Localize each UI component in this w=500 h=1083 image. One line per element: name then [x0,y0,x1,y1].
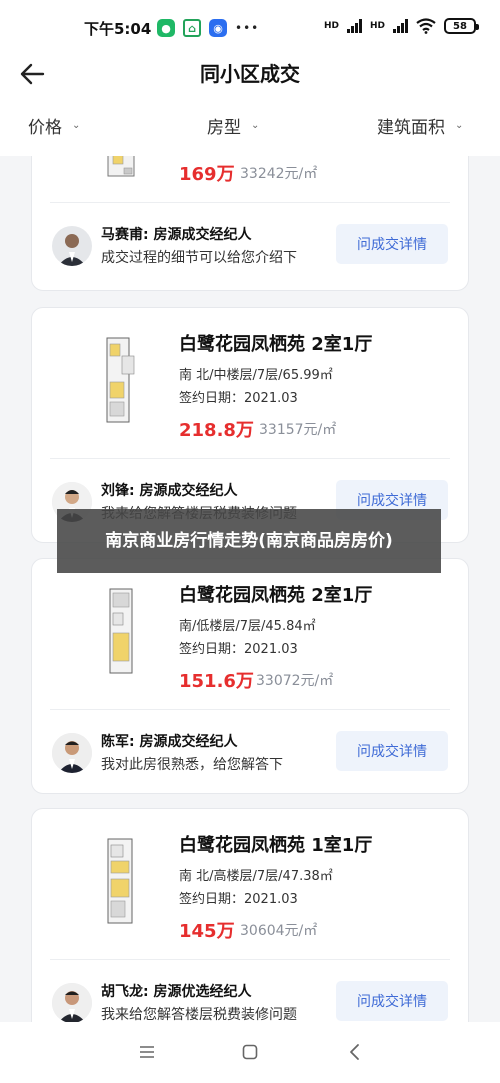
listing-price: 169万 [179,164,235,185]
ask-deal-details-button[interactable]: 问成交详情 [336,981,448,1021]
listing-info: 南 北/高楼层/7层/47.38㎡ [179,869,333,884]
chevron-down-icon: ⌄ [455,120,464,131]
filter-room-type-label: 房型 [207,118,241,138]
agent-name: 马赛甫: 房源成交经纪人 [101,227,252,243]
status-bar: 下午5:04 ● ⌂ ◉ ••• HD HD 58 [0,0,500,56]
avatar[interactable] [52,983,92,1022]
page-title: 同小区成交 [200,62,300,86]
listing-unit-price: 33072元/㎡ [256,673,334,689]
blue-app-icon: ◉ [209,19,227,37]
nav-bar: 同小区成交 [0,56,500,100]
home-square-icon[interactable] [238,1040,262,1064]
signal-icon [346,19,362,33]
signal-1-label: HD [323,21,339,31]
ask-deal-details-button[interactable]: 问成交详情 [336,731,448,771]
floorplan-image[interactable] [104,835,138,927]
signal-2-label: HD [369,21,385,31]
listing-sign-date: 签约日期：2021.03 [179,892,298,907]
filter-room-type[interactable]: 房型 ⌄ [207,113,259,138]
filter-price[interactable]: 价格 ⌄ [28,113,80,138]
agent-message: 我来给您解答楼层税费装修问题 [101,1007,297,1022]
floorplan-image[interactable] [104,585,138,677]
listing-price: 145万 [179,921,235,942]
status-right: HD HD 58 [323,18,479,34]
avatar[interactable] [52,226,92,266]
agent-message: 成交过程的细节可以给您介绍下 [101,250,297,266]
house-app-icon: ⌂ [183,19,201,37]
card-divider [50,458,450,459]
listing-title: 白鹭花园凤栖苑 2室1厅 [179,334,373,355]
agent-message: 我对此房很熟悉，给您解答下 [101,757,283,773]
card-divider [50,959,450,960]
more-notifications-icon: ••• [235,21,260,35]
listing-unit-price: 33242元/㎡ [240,166,318,182]
listing-title: 白鹭花园凤栖苑 1室1厅 [179,835,373,856]
back-chevron-icon[interactable] [343,1040,367,1064]
battery-level: 58 [453,20,467,32]
status-app-icons: ● ⌂ ◉ ••• [157,19,259,37]
listing-info: 南/低楼层/7层/45.84㎡ [179,619,316,634]
listing-unit-price: 33157元/㎡ [259,422,337,438]
listing-info: 南 北/中楼层/7层/65.99㎡ [179,368,333,383]
chevron-down-icon: ⌄ [72,120,81,131]
listing-card[interactable]: 白鹭花园凤栖苑 1室1厅 南 北/高楼层/7层/47.38㎡ 签约日期：2021… [31,808,469,1022]
battery-icon: 58 [444,18,479,34]
listing-sign-date: 签约日期：2021.03 [179,642,298,657]
listing-card[interactable]: 169万 33242元/㎡ 马赛甫: 房源成交经纪人 成交过程的细节可以给您介绍… [31,156,469,291]
listing-card[interactable]: 白鹭花园凤栖苑 2室1厅 南 北/中楼层/7层/65.99㎡ 签约日期：2021… [31,307,469,543]
agent-name: 刘锋: 房源成交经纪人 [101,483,238,499]
overlay-text: 南京商业房行情走势(南京商品房房价) [105,531,393,551]
floorplan-image[interactable] [104,334,138,426]
agent-name: 陈军: 房源成交经纪人 [101,734,238,750]
listing-unit-price: 30604元/㎡ [240,923,318,939]
card-divider [50,709,450,710]
avatar[interactable] [52,733,92,773]
chevron-down-icon: ⌄ [251,120,260,131]
agent-name: 胡飞龙: 房源优选经纪人 [101,984,252,1000]
filter-area[interactable]: 建筑面积 ⌄ [377,113,463,138]
filter-area-label: 建筑面积 [377,118,445,138]
filter-price-label: 价格 [28,118,62,138]
listing-price: 218.8万 [179,420,254,441]
status-time: 下午5:04 [84,20,152,38]
listing-title: 白鹭花园凤栖苑 2室1厅 [179,585,373,606]
floorplan-image[interactable] [104,156,138,182]
wechat-icon: ● [157,19,175,37]
menu-icon[interactable] [135,1040,159,1064]
wifi-icon [416,18,436,34]
listing-sign-date: 签约日期：2021.03 [179,391,298,406]
filter-bar: 价格 ⌄ 房型 ⌄ 建筑面积 ⌄ [0,100,500,156]
listing-card[interactable]: 白鹭花园凤栖苑 2室1厅 南/低楼层/7层/45.84㎡ 签约日期：2021.0… [31,558,469,794]
overlay-banner: 南京商业房行情走势(南京商品房房价) [57,509,441,573]
card-divider [50,202,450,203]
system-nav-bar [0,1022,500,1083]
listing-price: 151.6万 [179,671,254,692]
listing-list[interactable]: 169万 33242元/㎡ 马赛甫: 房源成交经纪人 成交过程的细节可以给您介绍… [0,156,500,1022]
signal-icon [393,19,408,33]
ask-deal-details-button[interactable]: 问成交详情 [336,224,448,264]
